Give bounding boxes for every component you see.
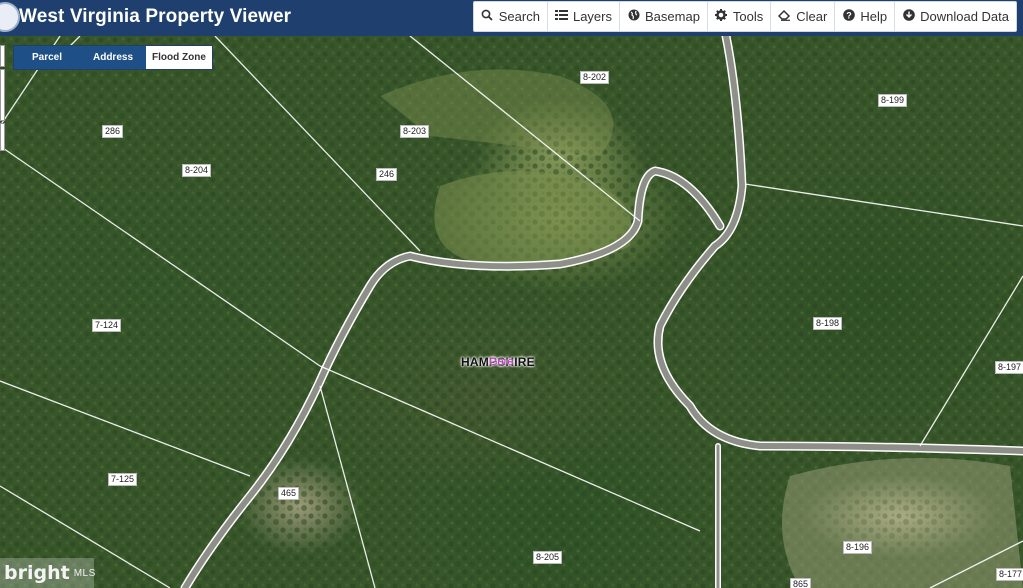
tab-flood-zone[interactable]: Flood Zone xyxy=(146,46,212,69)
parcel-label[interactable]: 8-177 xyxy=(996,568,1023,581)
parcel-label[interactable]: 8-202 xyxy=(580,71,610,84)
state-seal-icon xyxy=(0,2,20,32)
tools-label: Tools xyxy=(732,9,764,24)
help-icon: ? xyxy=(842,9,855,24)
home-control[interactable] xyxy=(0,123,5,151)
svg-text:?: ? xyxy=(846,10,852,20)
main-toolbar: Search Layers Basemap Tools Clear ? Help… xyxy=(472,1,1017,32)
download-data-label: Download Data xyxy=(920,9,1009,24)
place-sublabel: Gore xyxy=(489,356,514,368)
basemap-label: Basemap xyxy=(645,9,700,24)
help-label: Help xyxy=(860,9,888,24)
app-title: West Virginia Property Viewer xyxy=(19,6,292,27)
globe-icon xyxy=(627,9,640,24)
parcel-label[interactable]: 246 xyxy=(376,168,398,181)
clear-button[interactable]: Clear xyxy=(770,2,834,31)
app-header: West Virginia Property Viewer Search Lay… xyxy=(0,0,1023,36)
left-edge-controls xyxy=(0,45,5,165)
eraser-icon xyxy=(778,9,791,24)
map-overlay xyxy=(0,36,1023,588)
parcel-label[interactable]: 8-199 xyxy=(878,94,908,107)
parcel-label[interactable]: 8-197 xyxy=(995,361,1023,374)
tools-button[interactable]: Tools xyxy=(706,2,770,31)
basemap-button[interactable]: Basemap xyxy=(619,2,707,31)
parcel-label[interactable]: 865 xyxy=(790,578,812,588)
zoom-control[interactable] xyxy=(0,45,5,67)
layers-icon xyxy=(554,9,568,24)
parcel-label[interactable]: 8-203 xyxy=(400,125,430,138)
search-button[interactable]: Search xyxy=(474,2,547,31)
watermark-suffix: MLS xyxy=(73,567,96,579)
layers-label: Layers xyxy=(572,9,612,24)
brand-watermark: bright MLS xyxy=(0,558,96,588)
parcel-label[interactable]: 8-204 xyxy=(182,164,212,177)
open-field-southeast xyxy=(782,458,1023,588)
layers-button[interactable]: Layers xyxy=(546,2,619,31)
parcel-label[interactable]: 465 xyxy=(278,487,300,500)
map-view[interactable]: 286 8-204 8-203 246 8-202 8-199 7-124 8-… xyxy=(0,36,1023,588)
download-icon xyxy=(902,9,915,24)
search-icon xyxy=(481,9,494,24)
zoom-slider[interactable] xyxy=(0,69,5,121)
parcel-label[interactable]: 286 xyxy=(102,125,124,138)
parcel-label[interactable]: 8-196 xyxy=(843,541,873,554)
parcel-label[interactable]: 7-124 xyxy=(92,319,122,332)
search-label: Search xyxy=(498,9,540,24)
search-mode-tabs: Parcel Address Flood Zone xyxy=(13,45,213,70)
parcel-label[interactable]: 7-125 xyxy=(108,473,138,486)
parcel-label[interactable]: 8-198 xyxy=(813,317,843,330)
clear-label: Clear xyxy=(796,9,828,24)
parcel-label[interactable]: 8-205 xyxy=(533,551,563,564)
tab-address[interactable]: Address xyxy=(80,46,146,69)
download-data-button[interactable]: Download Data xyxy=(894,2,1016,31)
help-button[interactable]: ? Help xyxy=(834,2,894,31)
watermark-brand: bright xyxy=(4,562,70,584)
gear-icon xyxy=(715,9,728,24)
tab-parcel[interactable]: Parcel xyxy=(14,46,80,69)
